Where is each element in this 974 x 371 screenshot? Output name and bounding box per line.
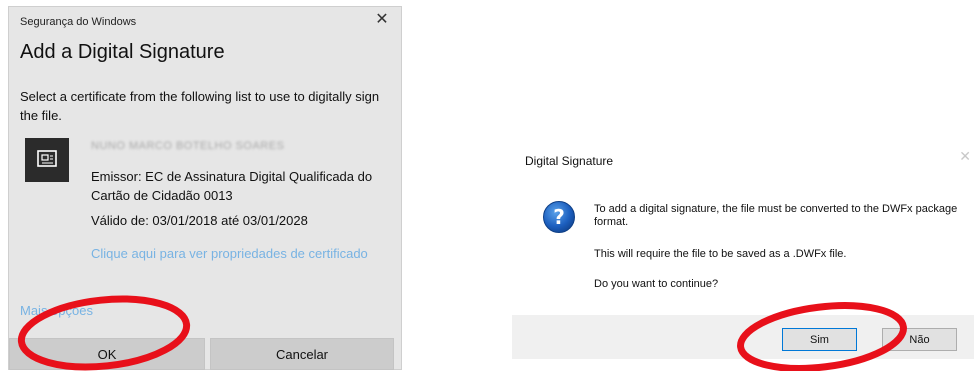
- svg-text:?: ?: [553, 205, 565, 229]
- sim-button[interactable]: Sim: [782, 328, 857, 351]
- digital-signature-dialog: Digital Signature ✕ ? To add a digital s…: [512, 140, 974, 359]
- instruction-text: Select a certificate from the following …: [20, 89, 380, 123]
- message-convert: To add a digital signature, the file mus…: [594, 203, 958, 228]
- close-icon[interactable]: ✕: [959, 148, 971, 165]
- windows-security-dialog: Segurança do Windows ✕ Add a Digital Sig…: [8, 6, 402, 370]
- certificate-issuer: Emissor: EC de Assinatura Digital Qualif…: [91, 169, 373, 203]
- dialog-caption: Segurança do Windows: [20, 16, 137, 28]
- ok-button[interactable]: OK: [9, 338, 205, 370]
- message-continue: Do you want to continue?: [594, 278, 719, 290]
- message-save: This will require the file to be saved a…: [594, 248, 847, 260]
- dialog-title: Add a Digital Signature: [20, 41, 225, 63]
- certificate-properties-link[interactable]: Clique aqui para ver propriedades de cer…: [91, 244, 381, 263]
- nao-button[interactable]: Não: [882, 328, 957, 351]
- certificate-name[interactable]: NUNO MARCO BOTELHO SOARES: [91, 140, 284, 152]
- certificate-icon[interactable]: [25, 138, 69, 182]
- more-options-link[interactable]: Mais opções: [20, 303, 93, 318]
- question-icon: ?: [542, 200, 576, 234]
- dialog-title: Digital Signature: [525, 154, 614, 168]
- cancel-button[interactable]: Cancelar: [210, 338, 394, 370]
- close-icon[interactable]: ✕: [373, 11, 391, 29]
- dialog-footer: Sim Não: [512, 315, 974, 359]
- certificate-validity: Válido de: 03/01/2018 até 03/01/2028: [91, 213, 308, 228]
